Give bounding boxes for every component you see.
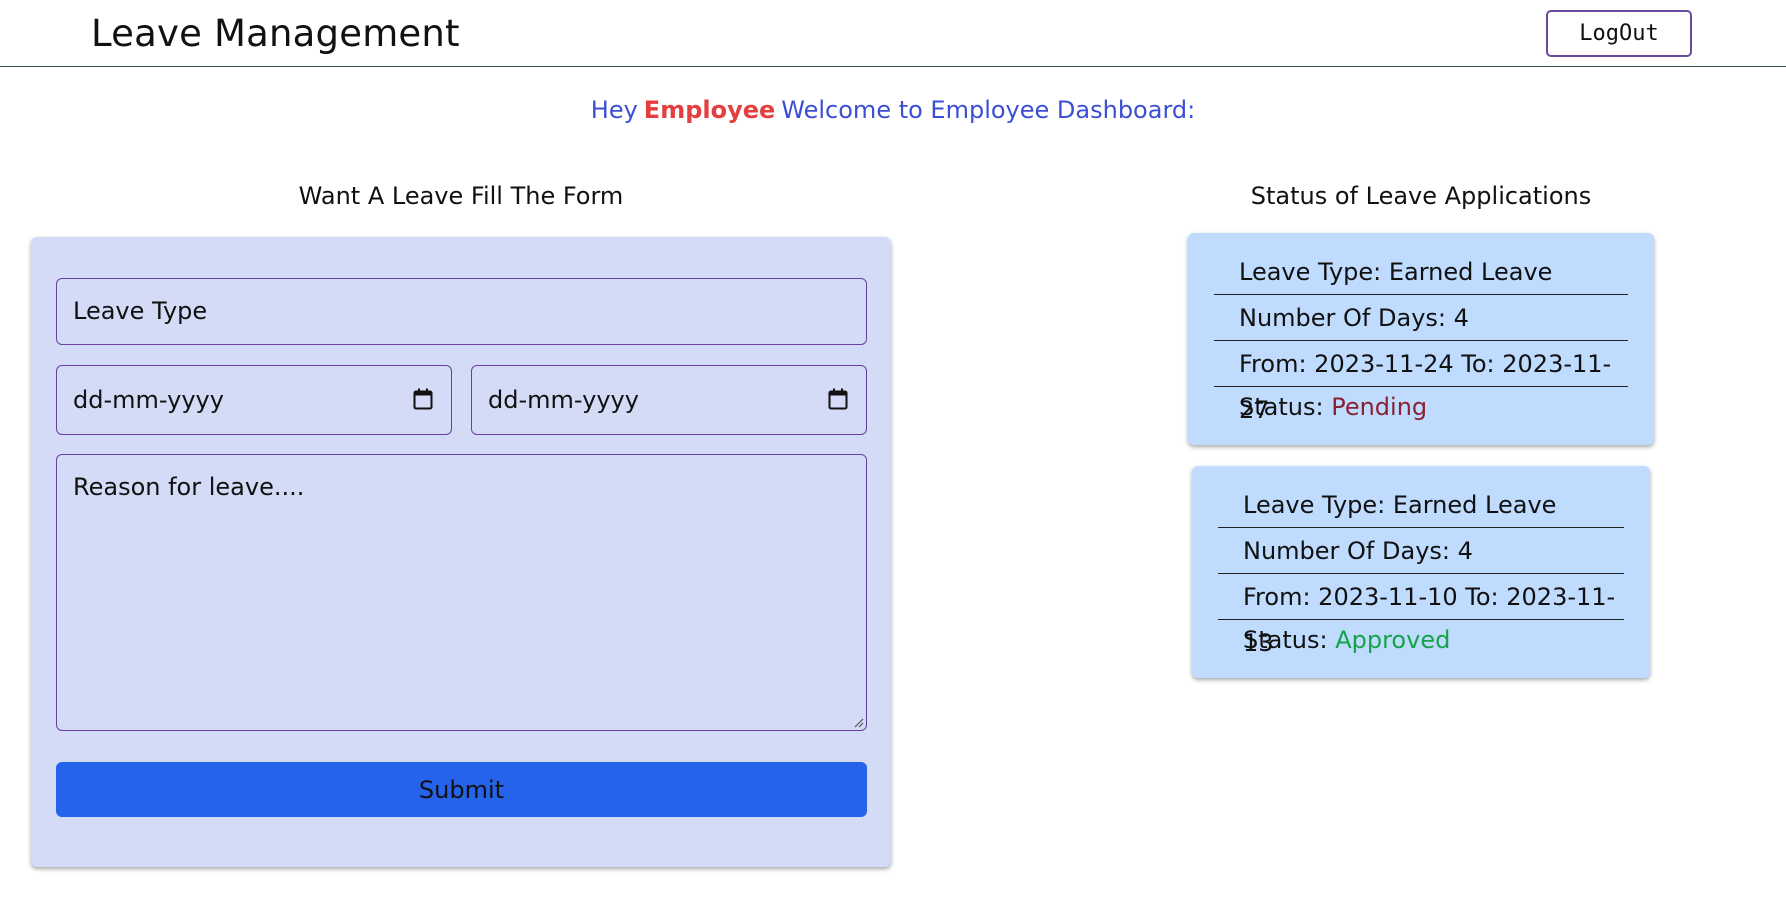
status-badge: Pending xyxy=(1331,393,1428,421)
leave-type-row: Leave Type: Earned Leave xyxy=(1218,482,1624,528)
status-badge: Approved xyxy=(1335,626,1451,654)
calendar-icon[interactable] xyxy=(828,388,848,410)
welcome-user-name: Employee xyxy=(643,96,776,124)
form-heading: Want A Leave Fill The Form xyxy=(298,182,624,210)
status-label: Status: xyxy=(1239,393,1324,421)
logout-button[interactable]: LogOut xyxy=(1546,10,1692,57)
leave-type-placeholder: Leave Type xyxy=(73,297,208,325)
to-date-input[interactable]: dd-mm-yyyy xyxy=(471,365,867,435)
status-heading: Status of Leave Applications xyxy=(1250,182,1592,210)
to-date-placeholder: dd-mm-yyyy xyxy=(488,386,639,414)
status-label: Status: xyxy=(1243,626,1328,654)
app-title: Leave Management xyxy=(91,12,460,55)
leave-form: Leave Type dd-mm-yyyy dd-mm-yyyy Reason … xyxy=(31,237,891,867)
days-row: Number Of Days: 4 xyxy=(1214,295,1628,341)
days-row: Number Of Days: 4 xyxy=(1218,528,1624,574)
resize-handle-icon[interactable] xyxy=(852,716,864,728)
reason-textarea[interactable]: Reason for leave.... xyxy=(56,454,867,731)
welcome-prefix: Hey xyxy=(590,96,638,124)
submit-button[interactable]: Submit xyxy=(56,762,867,817)
date-range-row: From: 2023-11-10 To: 2023-11-13 xyxy=(1218,574,1624,657)
top-navbar: Leave Management LogOut xyxy=(0,0,1786,67)
leave-type-row: Leave Type: Earned Leave xyxy=(1214,249,1628,295)
welcome-message: Hey Employee Welcome to Employee Dashboard… xyxy=(0,96,1786,124)
welcome-suffix: Welcome to Employee Dashboard: xyxy=(781,96,1196,124)
status-row: Status: Pending xyxy=(1214,387,1628,427)
from-date-placeholder: dd-mm-yyyy xyxy=(73,386,224,414)
status-row: Status: Approved xyxy=(1218,620,1624,660)
leave-application-card: Leave Type: Earned Leave Number Of Days:… xyxy=(1192,466,1650,678)
reason-placeholder: Reason for leave.... xyxy=(73,473,305,501)
date-range-row: From: 2023-11-24 To: 2023-11-27 xyxy=(1214,341,1628,424)
calendar-icon[interactable] xyxy=(413,388,433,410)
leave-application-card: Leave Type: Earned Leave Number Of Days:… xyxy=(1188,233,1654,445)
leave-type-input[interactable]: Leave Type xyxy=(56,278,867,345)
from-date-input[interactable]: dd-mm-yyyy xyxy=(56,365,452,435)
